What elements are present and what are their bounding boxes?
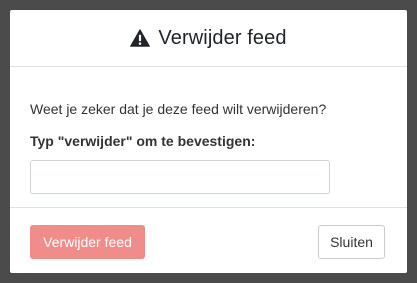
confirmation-question: Weet je zeker dat je deze feed wilt verw… bbox=[30, 101, 327, 117]
confirm-delete-input[interactable] bbox=[30, 160, 330, 194]
modal-footer: Verwijder feed Sluiten bbox=[10, 207, 407, 273]
delete-feed-modal: Verwijder feed Weet je zeker dat je deze… bbox=[10, 10, 407, 273]
delete-feed-button[interactable]: Verwijder feed bbox=[30, 225, 145, 259]
modal-body: Weet je zeker dat je deze feed wilt verw… bbox=[10, 67, 407, 207]
modal-header: Verwijder feed bbox=[10, 10, 407, 67]
modal-title: Verwijder feed bbox=[158, 26, 287, 49]
warning-triangle-icon bbox=[130, 29, 151, 47]
confirm-input-label: Typ "verwijder" om te bevestigen: bbox=[30, 133, 256, 149]
close-button[interactable]: Sluiten bbox=[318, 225, 385, 259]
